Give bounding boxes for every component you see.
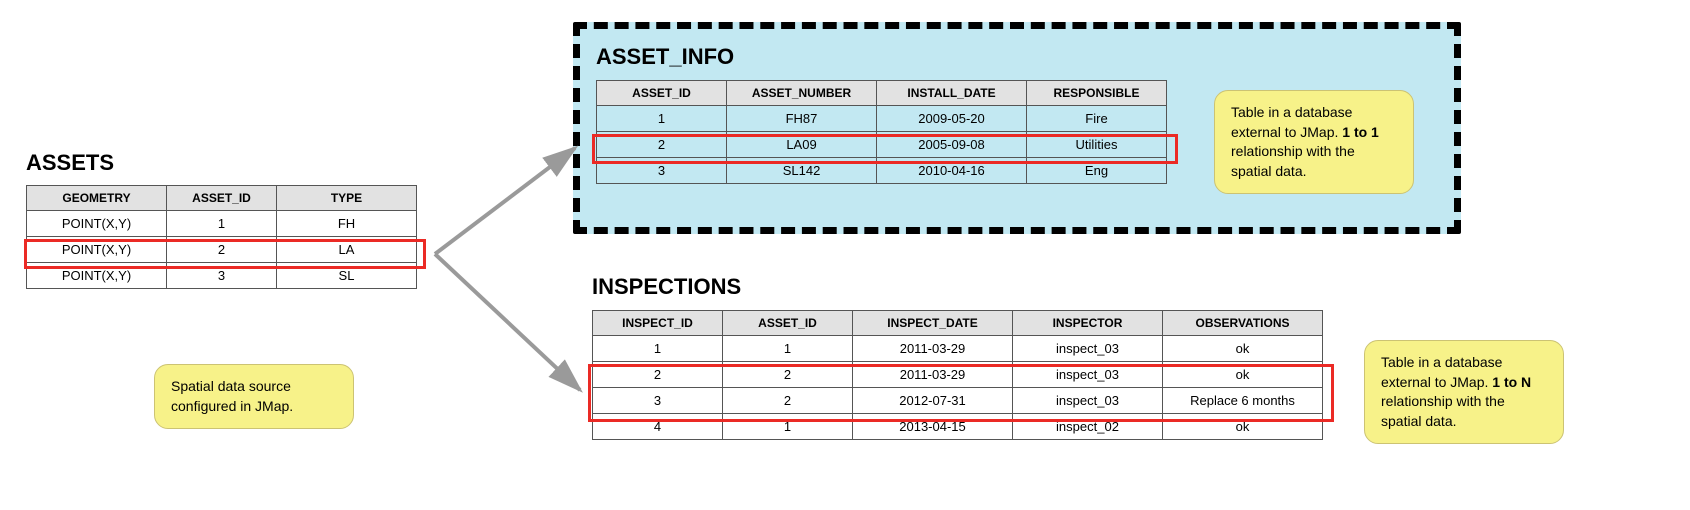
assets-col-type: TYPE <box>277 186 417 211</box>
asset-info-table: ASSET_ID ASSET_NUMBER INSTALL_DATE RESPO… <box>596 80 1167 184</box>
asset-info-col-number: ASSET_NUMBER <box>727 81 877 106</box>
inspections-col-assetid: ASSET_ID <box>723 311 853 336</box>
inspections-title: INSPECTIONS <box>592 274 741 300</box>
table-row: POINT(X,Y) 3 SL <box>27 263 417 289</box>
asset-info-col-resp: RESPONSIBLE <box>1027 81 1167 106</box>
table-row: POINT(X,Y) 1 FH <box>27 211 417 237</box>
assets-col-assetid: ASSET_ID <box>167 186 277 211</box>
inspections-table: INSPECT_ID ASSET_ID INSPECT_DATE INSPECT… <box>592 310 1323 440</box>
table-row: 4 1 2013-04-15 inspect_02 ok <box>593 414 1323 440</box>
table-row: 2 LA09 2005-09-08 Utilities <box>597 132 1167 158</box>
inspections-col-id: INSPECT_ID <box>593 311 723 336</box>
assets-title: ASSETS <box>26 150 114 176</box>
table-row: 1 FH87 2009-05-20 Fire <box>597 106 1167 132</box>
asset-info-title: ASSET_INFO <box>596 44 734 70</box>
table-row: 3 SL142 2010-04-16 Eng <box>597 158 1167 184</box>
inspections-note: Table in a database external to JMap. 1 … <box>1364 340 1564 444</box>
assets-col-geometry: GEOMETRY <box>27 186 167 211</box>
asset-info-note: Table in a database external to JMap. 1 … <box>1214 90 1414 194</box>
inspections-col-date: INSPECT_DATE <box>853 311 1013 336</box>
arrow-to-inspections <box>435 254 580 390</box>
arrow-to-asset-info <box>435 148 575 254</box>
inspections-col-obs: OBSERVATIONS <box>1163 311 1323 336</box>
assets-note: Spatial data source configured in JMap. <box>154 364 354 429</box>
table-row: 1 1 2011-03-29 inspect_03 ok <box>593 336 1323 362</box>
table-row: 2 2 2011-03-29 inspect_03 ok <box>593 362 1323 388</box>
assets-table: GEOMETRY ASSET_ID TYPE POINT(X,Y) 1 FH P… <box>26 185 417 289</box>
table-row: 3 2 2012-07-31 inspect_03 Replace 6 mont… <box>593 388 1323 414</box>
asset-info-col-date: INSTALL_DATE <box>877 81 1027 106</box>
inspections-col-inspector: INSPECTOR <box>1013 311 1163 336</box>
table-row: POINT(X,Y) 2 LA <box>27 237 417 263</box>
asset-info-col-id: ASSET_ID <box>597 81 727 106</box>
